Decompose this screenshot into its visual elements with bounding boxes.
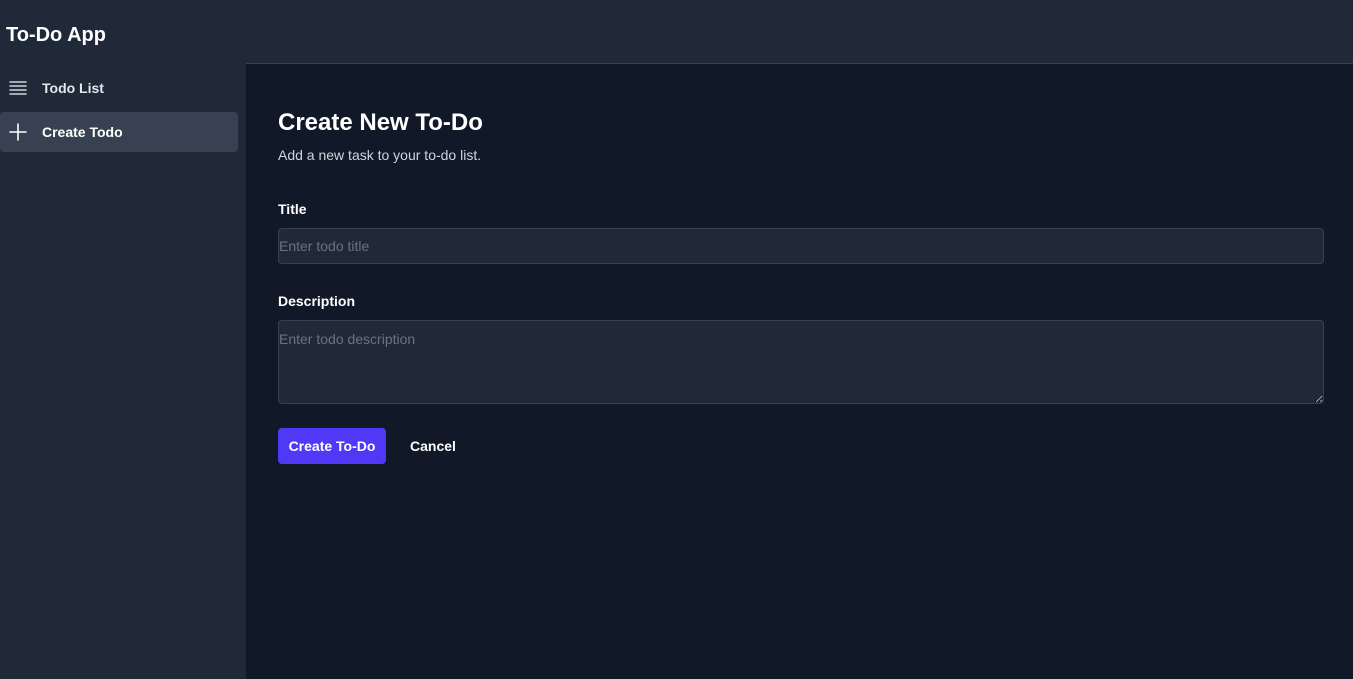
main-content: Create New To-Do Add a new task to your …	[246, 64, 1353, 679]
top-bar	[246, 0, 1353, 64]
description-textarea[interactable]	[278, 320, 1324, 404]
create-todo-button[interactable]: Create To-Do	[278, 428, 386, 464]
sidebar: To-Do App Todo List Create Todo	[0, 0, 246, 679]
app-title: To-Do App	[6, 24, 106, 46]
list-icon	[8, 78, 28, 98]
sidebar-item-label: Create Todo	[42, 124, 123, 140]
sidebar-item-create-todo[interactable]: Create Todo	[0, 112, 238, 152]
sidebar-item-label: Todo List	[42, 80, 104, 96]
cancel-button[interactable]: Cancel	[402, 428, 464, 464]
title-label: Title	[278, 201, 307, 217]
description-label: Description	[278, 293, 356, 309]
app-root: To-Do App Todo List Create Todo Create N…	[0, 0, 1353, 679]
page-title: Create New To-Do	[278, 109, 483, 136]
page-subtitle: Add a new task to your to-do list.	[278, 147, 482, 163]
plus-icon	[8, 122, 28, 142]
title-input[interactable]	[278, 228, 1324, 264]
sidebar-item-todo-list[interactable]: Todo List	[0, 68, 238, 108]
